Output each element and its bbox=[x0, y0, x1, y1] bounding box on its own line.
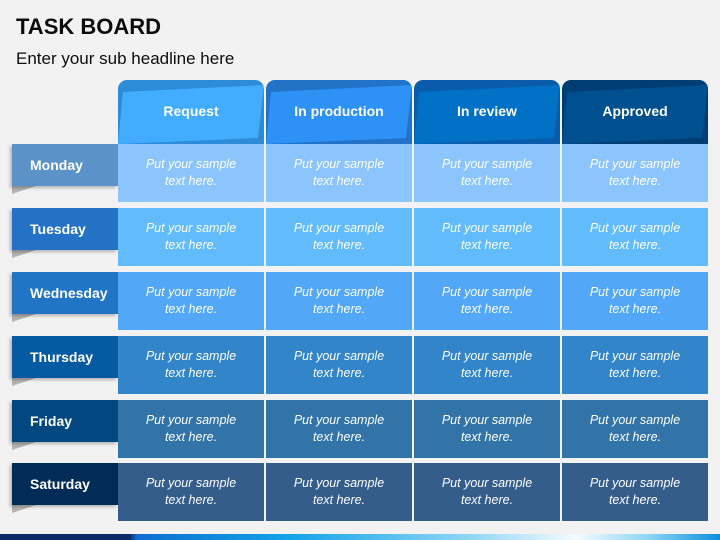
row-label-wednesday: Wednesday bbox=[12, 272, 118, 314]
task-cell[interactable]: Put your sample text here. bbox=[562, 272, 708, 330]
task-cell[interactable]: Put your sample text here. bbox=[266, 400, 412, 458]
task-cell[interactable]: Put your sample text here. bbox=[266, 144, 412, 202]
task-cell[interactable]: Put your sample text here. bbox=[266, 272, 412, 330]
task-cell[interactable]: Put your sample text here. bbox=[562, 144, 708, 202]
row-label-text: Friday bbox=[30, 413, 73, 429]
column-header-label: Request bbox=[163, 103, 219, 119]
row-label-text: Monday bbox=[30, 157, 83, 173]
task-cell[interactable]: Put your sample text here. bbox=[562, 336, 708, 394]
row-label-text: Tuesday bbox=[30, 221, 86, 237]
row-label-thursday: Thursday bbox=[12, 336, 118, 378]
task-cell[interactable]: Put your sample text here. bbox=[414, 144, 560, 202]
row-label-text: Wednesday bbox=[30, 285, 108, 301]
row-label-text: Thursday bbox=[30, 349, 94, 365]
task-cell[interactable]: Put your sample text here. bbox=[562, 463, 708, 521]
label-fold-shape bbox=[12, 250, 36, 258]
column-header-in-production: In production bbox=[266, 80, 412, 144]
task-cell[interactable]: Put your sample text here. bbox=[118, 463, 264, 521]
page-subtitle: Enter your sub headline here bbox=[16, 49, 235, 68]
row-label-monday: Monday bbox=[12, 144, 118, 186]
row-label-saturday: Saturday bbox=[12, 463, 118, 505]
task-cell[interactable]: Put your sample text here. bbox=[414, 272, 560, 330]
column-header-label: In review bbox=[457, 103, 517, 119]
row-label-text: Saturday bbox=[30, 476, 90, 492]
task-cell[interactable]: Put your sample text here. bbox=[118, 336, 264, 394]
column-header-label: Approved bbox=[602, 103, 668, 119]
task-cell[interactable]: Put your sample text here. bbox=[414, 336, 560, 394]
column-header-label: In production bbox=[294, 103, 384, 119]
label-fold-shape bbox=[12, 505, 36, 513]
task-cell[interactable]: Put your sample text here. bbox=[118, 208, 264, 266]
column-header-approved: Approved bbox=[562, 80, 708, 144]
task-cell[interactable]: Put your sample text here. bbox=[118, 144, 264, 202]
task-cell[interactable]: Put your sample text here. bbox=[266, 208, 412, 266]
label-fold-shape bbox=[12, 186, 36, 194]
task-cell[interactable]: Put your sample text here. bbox=[414, 463, 560, 521]
row-label-friday: Friday bbox=[12, 400, 118, 442]
page-title: TASK BOARD bbox=[16, 14, 162, 39]
row-label-tuesday: Tuesday bbox=[12, 208, 118, 250]
column-header-in-review: In review bbox=[414, 80, 560, 144]
task-cell[interactable]: Put your sample text here. bbox=[562, 208, 708, 266]
decorative-bottom-bar bbox=[0, 534, 720, 540]
task-cell[interactable]: Put your sample text here. bbox=[118, 400, 264, 458]
task-cell[interactable]: Put your sample text here. bbox=[118, 272, 264, 330]
task-cell[interactable]: Put your sample text here. bbox=[562, 400, 708, 458]
column-header-request: Request bbox=[118, 80, 264, 144]
task-cell[interactable]: Put your sample text here. bbox=[266, 463, 412, 521]
task-cell[interactable]: Put your sample text here. bbox=[266, 336, 412, 394]
label-fold-shape bbox=[12, 378, 36, 386]
label-fold-shape bbox=[12, 442, 36, 450]
task-cell[interactable]: Put your sample text here. bbox=[414, 208, 560, 266]
task-cell[interactable]: Put your sample text here. bbox=[414, 400, 560, 458]
label-fold-shape bbox=[12, 314, 36, 322]
